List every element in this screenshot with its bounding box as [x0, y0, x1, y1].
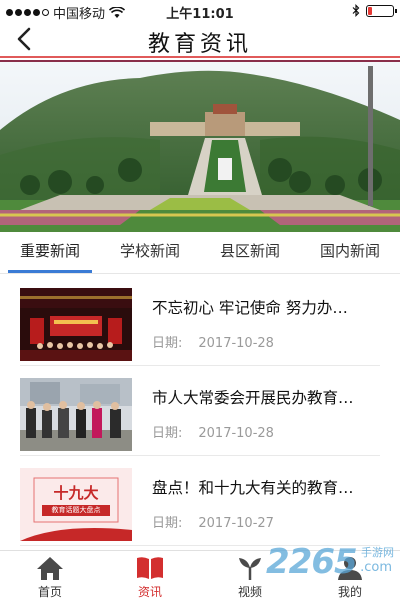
status-right [352, 4, 397, 17]
watermark-sub: 手游网 [361, 546, 394, 559]
news-date: 日期: 2017-10-28 [152, 332, 274, 351]
banner-landscape-image [0, 60, 400, 232]
news-item[interactable]: 市人大常委会开展民办教育… 日期: 2017-10-28 [20, 366, 380, 456]
watermark-logo: 2265 手游网 .com [266, 542, 396, 582]
news-date: 日期: 2017-10-27 [152, 512, 274, 531]
news-thumbnail: 十九大 教育话题大盘点 [20, 468, 132, 541]
news-date: 日期: 2017-10-28 [152, 422, 274, 441]
watermark-brand: 2265 [266, 542, 358, 582]
page-title: 教育资讯 [147, 32, 252, 57]
date-label: 日期: [152, 516, 183, 531]
news-item[interactable]: 十九大 教育话题大盘点 盘点！和十九大有关的教育… 日期: 2017-10-27 [20, 456, 380, 546]
status-time: 上午11:01 [166, 7, 234, 22]
bottom-tab-label: 视频 [237, 585, 262, 599]
bottom-tab-label: 我的 [337, 585, 362, 599]
news-list: 不忘初心 牢记使命 努力办… 日期: 2017-10-28 市人大常委会开展民办… [0, 276, 400, 546]
tab-important-news[interactable]: 重要新闻 [0, 232, 100, 273]
watermark-url: .com [360, 560, 392, 575]
bottom-tab-label: 首页 [37, 585, 62, 599]
news-title[interactable]: 盘点！和十九大有关的教育… [152, 476, 380, 498]
category-tabs: 重要新闻 学校新闻 县区新闻 国内新闻 [0, 232, 400, 274]
tab-county-news[interactable]: 县区新闻 [200, 232, 300, 273]
date-value: 2017-10-28 [198, 336, 274, 351]
status-bar: 中国移动 上午11:01 [0, 0, 400, 22]
bottom-tab-news[interactable]: 资讯 [100, 551, 200, 600]
date-label: 日期: [152, 336, 183, 351]
bottom-tab-home[interactable]: 首页 [0, 551, 100, 600]
date-label: 日期: [152, 426, 183, 441]
date-value: 2017-10-27 [198, 516, 274, 531]
video-icon [239, 558, 261, 580]
news-thumbnail [20, 378, 132, 451]
news-item[interactable]: 不忘初心 牢记使命 努力办… 日期: 2017-10-28 [20, 276, 380, 366]
thumbnail-heading: 十九大 [53, 484, 99, 502]
date-value: 2017-10-28 [198, 426, 274, 441]
tab-school-news[interactable]: 学校新闻 [100, 232, 200, 273]
news-title[interactable]: 不忘初心 牢记使命 努力办… [152, 296, 380, 318]
nav-bar: 教育资讯 [0, 22, 400, 58]
bluetooth-icon [352, 4, 360, 17]
tab-domestic-news[interactable]: 国内新闻 [300, 232, 400, 273]
home-icon [37, 557, 63, 580]
banner-image[interactable] [0, 60, 400, 232]
news-title[interactable]: 市人大常委会开展民办教育… [152, 386, 380, 408]
thumbnail-subheading: 教育话题大盘点 [42, 505, 110, 516]
news-thumbnail [20, 288, 132, 361]
battery-level [368, 6, 372, 15]
battery-icon [366, 4, 397, 17]
bottom-tab-label: 资讯 [137, 585, 162, 599]
book-icon [137, 557, 163, 579]
